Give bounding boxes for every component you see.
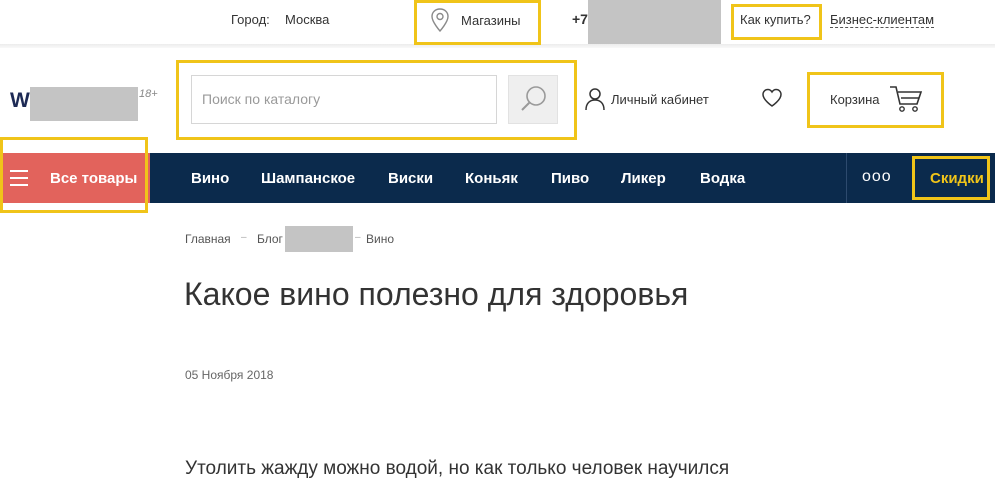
city-label: Город: — [231, 12, 270, 27]
breadcrumb-separator: – — [241, 232, 247, 243]
more-menu-icon[interactable]: ооо — [862, 168, 892, 186]
account-link[interactable]: Личный кабинет — [611, 92, 709, 107]
nav-item-whisky[interactable]: Виски — [388, 170, 433, 187]
breadcrumb-home[interactable]: Главная — [185, 232, 231, 246]
city-selector[interactable]: Москва — [285, 12, 329, 27]
search-icon — [521, 86, 546, 111]
redacted-phone — [588, 0, 721, 44]
logo[interactable]: W — [10, 89, 30, 113]
nav-item-cognac[interactable]: Коньяк — [465, 170, 518, 187]
search-input[interactable] — [202, 88, 482, 110]
redacted-breadcrumb — [285, 226, 353, 252]
breadcrumb-wine[interactable]: Вино — [366, 232, 394, 246]
cart-link[interactable]: Корзина — [830, 92, 880, 107]
how-to-buy-link[interactable]: Как купить? — [740, 12, 811, 27]
nav-item-liqueur[interactable]: Ликер — [621, 170, 666, 187]
publish-date: 05 Ноября 2018 — [185, 368, 274, 382]
b2b-link[interactable]: Бизнес-клиентам — [830, 12, 935, 28]
redacted-logo — [30, 87, 138, 121]
breadcrumb-separator: – — [355, 232, 361, 243]
article-lead: Утолить жажду можно водой, но как только… — [185, 458, 730, 479]
search-button[interactable] — [508, 75, 558, 124]
user-icon — [585, 88, 605, 111]
nav-item-champagne[interactable]: Шампанское — [261, 170, 355, 187]
nav-item-wine[interactable]: Вино — [191, 170, 229, 187]
phone-number[interactable]: +7 — [572, 11, 588, 27]
heart-icon[interactable] — [761, 88, 783, 108]
cart-icon — [890, 86, 923, 112]
breadcrumb-blog[interactable]: Блог — [257, 232, 283, 246]
location-pin-icon — [431, 8, 449, 33]
nav-item-beer[interactable]: Пиво — [551, 170, 589, 187]
stores-link[interactable]: Магазины — [461, 13, 521, 28]
nav-divider — [846, 153, 847, 203]
age-badge: 18+ — [139, 88, 158, 100]
sale-link[interactable]: Скидки — [930, 170, 984, 187]
all-goods-box — [0, 137, 148, 213]
page-title: Какое вино полезно для здоровья — [184, 276, 689, 312]
nav-item-vodka[interactable]: Водка — [700, 170, 745, 187]
